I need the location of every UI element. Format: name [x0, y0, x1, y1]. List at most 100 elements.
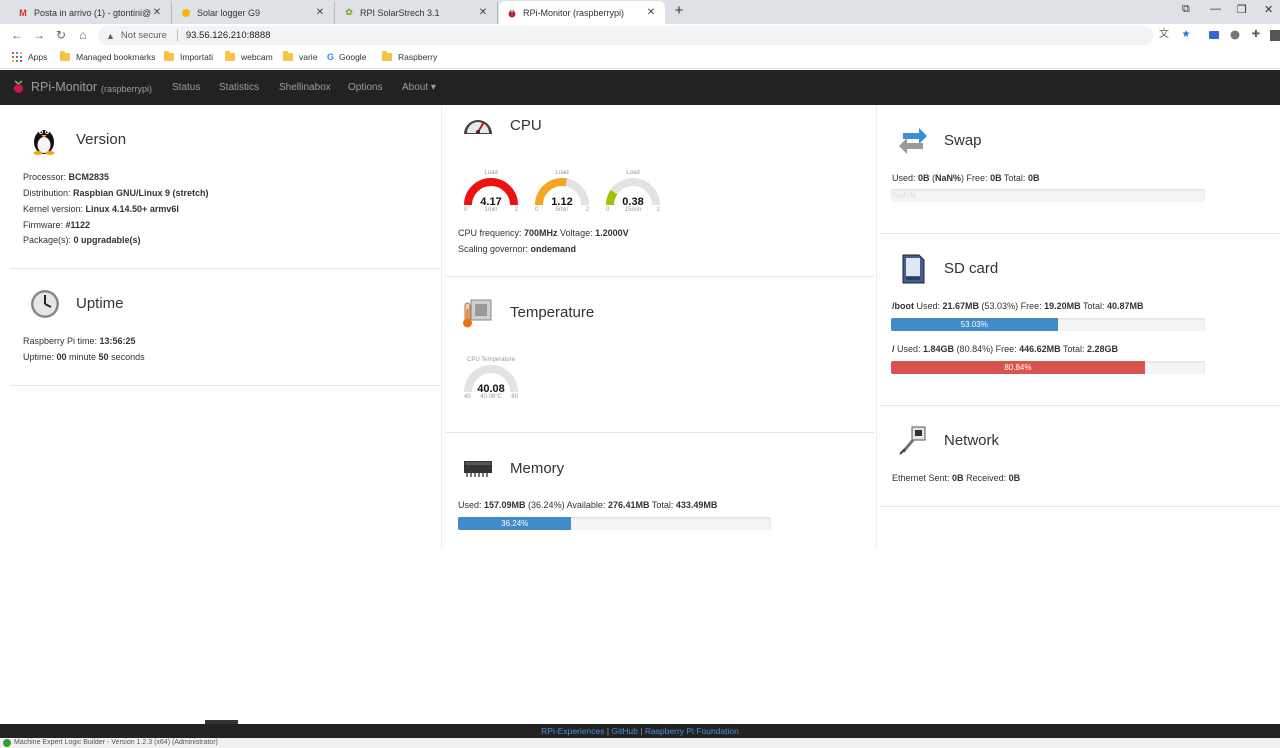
- label: seconds: [108, 352, 145, 362]
- translate-icon[interactable]: 文: [1158, 29, 1170, 41]
- separator: |: [637, 726, 645, 736]
- page-footer: RPi-Experiences | GitHub | Raspberry Pi …: [0, 724, 1280, 738]
- label: Received:: [963, 473, 1009, 483]
- back-icon[interactable]: ←: [10, 28, 24, 42]
- browser-tab-strip: M Posta in arrivo (1) - gtontini@scr ✕ S…: [0, 0, 1280, 24]
- brand-link[interactable]: RPi-Monitor (raspberrypi): [12, 80, 152, 94]
- footer-link-raspberry-foundation[interactable]: Raspberry Pi Foundation: [645, 726, 739, 736]
- tab-gmail[interactable]: M Posta in arrivo (1) - gtontini@scr ✕: [10, 1, 172, 24]
- minimize-icon[interactable]: —: [1210, 3, 1221, 15]
- bookmark-varie[interactable]: varie: [283, 51, 317, 62]
- pi-time-value: 13:56:25: [99, 336, 136, 346]
- used-percent: NaN%: [935, 173, 962, 183]
- minutes-value: 00: [56, 352, 67, 362]
- root-usage-line: / Used: 1.84GB (80.84%) Free: 446.62MB T…: [892, 344, 1118, 354]
- used-value: 21.67MB: [942, 301, 980, 311]
- divider: [176, 30, 178, 41]
- gauge-max: 2: [585, 207, 589, 213]
- bookmark-apps[interactable]: Apps: [12, 52, 47, 62]
- puzzle-icon[interactable]: ✚: [1250, 29, 1262, 41]
- address-bar[interactable]: ▲ Not secure 93.56.126.210:8888: [98, 26, 1153, 45]
- tab-rpi-monitor[interactable]: RPi-Monitor (raspberrypi) ✕: [499, 1, 665, 24]
- profile-icon[interactable]: [1270, 29, 1280, 41]
- label: Used:: [892, 173, 919, 183]
- bookmark-managed[interactable]: Managed bookmarks: [60, 51, 155, 62]
- extension-icon[interactable]: [1229, 29, 1241, 41]
- free-value: 446.62MB: [1019, 344, 1061, 354]
- label: Package(s):: [23, 235, 74, 245]
- used-percent: (36.24%): [525, 500, 567, 510]
- used-percent: (80.84%): [954, 344, 996, 354]
- close-icon[interactable]: ✕: [314, 7, 326, 18]
- new-tab-button[interactable]: +: [671, 3, 687, 19]
- nav-about[interactable]: About ▾: [402, 82, 436, 93]
- sent-value: 0B: [952, 473, 964, 483]
- nav-status[interactable]: Status: [172, 82, 200, 93]
- used-value: 0B: [918, 173, 930, 183]
- ethernet-plug-icon: [899, 426, 926, 455]
- bookmark-google[interactable]: G Google: [327, 52, 366, 62]
- tab-title: RPi-Monitor (raspberrypi): [523, 7, 625, 18]
- divider: [446, 432, 874, 433]
- browser-toolbar: ← → ↻ ⌂ ▲ Not secure 93.56.126.210:8888 …: [0, 24, 1280, 47]
- nav-options[interactable]: Options: [348, 82, 382, 93]
- free-value: 19.20MB: [1044, 301, 1081, 311]
- progress-label: NaN%: [893, 191, 917, 200]
- bookmark-star-icon[interactable]: ★: [1180, 29, 1192, 41]
- thermometer-chip-icon: [463, 299, 492, 328]
- label: Uptime:: [23, 352, 57, 362]
- leaf-icon: ✿: [345, 7, 353, 17]
- version-title: Version: [76, 131, 127, 148]
- tab-title: Posta in arrivo (1) - gtontini@scr: [34, 7, 151, 18]
- bookmarks-bar: Apps Managed bookmarks Importati webcam …: [0, 47, 1280, 69]
- progress-fill: 80.84%: [891, 361, 1145, 374]
- packages-line: Package(s): 0 upgradable(s): [23, 235, 141, 245]
- gauge-max: 2: [514, 207, 518, 213]
- bookmark-webcam[interactable]: webcam: [225, 51, 273, 62]
- footer-link-rpi-experiences[interactable]: RPi-Experiences: [541, 726, 604, 736]
- close-icon[interactable]: ✕: [151, 7, 163, 18]
- gmail-icon: M: [19, 7, 27, 18]
- maximize-icon[interactable]: ❐: [1237, 3, 1247, 16]
- divider: [446, 276, 874, 277]
- nav-shellinabox[interactable]: Shellinabox: [279, 82, 331, 93]
- progress-fill: 53.03%: [891, 318, 1058, 331]
- swap-progress-bar: NaN%: [891, 189, 1205, 202]
- window-close-icon[interactable]: ✕: [1264, 3, 1273, 16]
- bookmark-raspberry[interactable]: Raspberry: [382, 51, 437, 62]
- forward-icon[interactable]: →: [32, 28, 46, 42]
- sd-card-icon: [902, 254, 925, 284]
- total-value: 433.49MB: [675, 500, 718, 510]
- footer-link-github[interactable]: GitHub: [611, 726, 637, 736]
- close-icon[interactable]: ✕: [477, 7, 489, 18]
- extension-icon[interactable]: [1208, 29, 1220, 41]
- distribution-line: Distribution: Raspbian GNU/Linux 9 (stre…: [23, 188, 209, 198]
- governor-value: ondemand: [530, 244, 577, 254]
- folder-icon: [60, 51, 70, 61]
- label: Available:: [566, 500, 608, 510]
- reload-icon[interactable]: ↻: [54, 28, 68, 42]
- home-icon[interactable]: ⌂: [76, 28, 90, 42]
- packages-value: 0 upgradable(s): [73, 235, 141, 245]
- nav-statistics[interactable]: Statistics: [219, 82, 259, 93]
- label: Ethernet Sent:: [892, 473, 953, 483]
- gauge-sub: 5min: [555, 207, 569, 213]
- processor-line: Processor: BCM2835: [23, 172, 109, 182]
- divider: [10, 385, 440, 386]
- temperature-title: Temperature: [510, 304, 595, 321]
- brand-host: (raspberrypi): [101, 83, 153, 94]
- security-status: Not secure: [120, 30, 167, 41]
- frequency-value: 700MHz: [524, 228, 558, 238]
- label: Total:: [1001, 173, 1028, 183]
- bookmark-importati[interactable]: Importati: [164, 51, 213, 62]
- memory-chip-icon: [464, 461, 492, 477]
- divider: [880, 233, 1280, 234]
- bookmark-label: Google: [339, 52, 367, 62]
- clock-icon: [31, 290, 59, 318]
- tab-solar-logger[interactable]: Solar logger G9 ✕: [173, 1, 335, 24]
- gauge-max: 2: [656, 207, 660, 213]
- tab-solarstrech[interactable]: ✿ RPI SolarStrech 3.1 ✕: [336, 1, 498, 24]
- close-icon[interactable]: ✕: [645, 7, 657, 18]
- tab-search-icon[interactable]: ⧉: [1182, 3, 1190, 16]
- taskbar-title: Machine Expert Logic Builder - Version 1…: [14, 739, 218, 746]
